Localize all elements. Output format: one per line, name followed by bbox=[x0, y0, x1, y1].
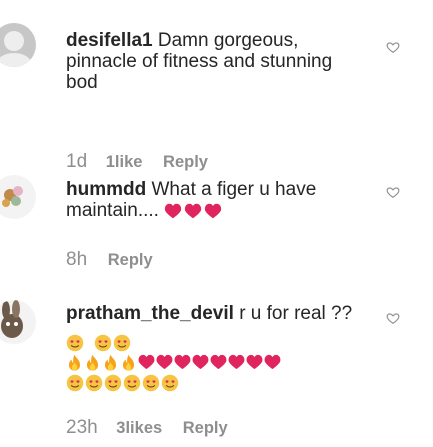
heart-eyes-face-emoji bbox=[85, 374, 103, 392]
heart-eyes-face-emoji bbox=[66, 334, 84, 352]
likes-count[interactable]: 1like bbox=[106, 153, 143, 172]
emoji-row-1 bbox=[66, 334, 131, 352]
red-heart-emoji bbox=[264, 354, 281, 370]
username[interactable]: hummdd bbox=[66, 179, 146, 200]
red-heart-emoji bbox=[174, 354, 191, 370]
heart-eyes-face-emoji bbox=[94, 334, 112, 352]
username[interactable]: pratham_the_devil bbox=[66, 303, 234, 324]
reply-button[interactable]: Reply bbox=[183, 419, 228, 438]
heart-emojis bbox=[164, 203, 222, 219]
bunny-avatar-icon[interactable] bbox=[0, 300, 36, 344]
red-heart-emoji bbox=[205, 203, 222, 219]
username[interactable]: desifella1 bbox=[66, 30, 153, 51]
flower-avatar-icon[interactable] bbox=[0, 175, 36, 219]
fire-emoji bbox=[68, 354, 81, 371]
heart-eyes-face-emoji bbox=[66, 374, 84, 392]
heart-eyes-face-emoji bbox=[113, 334, 131, 352]
emoji-row-2 bbox=[66, 354, 281, 372]
fire-emoji bbox=[86, 354, 99, 371]
fire-emoji bbox=[122, 354, 135, 371]
red-heart-emoji bbox=[210, 354, 227, 370]
heart-outline-icon[interactable] bbox=[386, 185, 400, 199]
red-heart-emoji bbox=[165, 203, 182, 219]
heart-outline-icon[interactable] bbox=[386, 40, 400, 54]
emoji-row-3 bbox=[66, 374, 179, 392]
red-heart-emoji bbox=[192, 354, 209, 370]
comment-body: hummdd What a figer u have maintain.... bbox=[66, 179, 366, 221]
default-avatar-icon[interactable] bbox=[0, 23, 36, 67]
comment-meta: 1d 1like Reply bbox=[66, 151, 208, 173]
heart-outline-icon[interactable] bbox=[386, 311, 400, 325]
timestamp: 1d bbox=[66, 151, 88, 172]
red-heart-emoji bbox=[228, 354, 245, 370]
red-heart-emoji bbox=[185, 203, 202, 219]
timestamp: 8h bbox=[66, 249, 88, 270]
red-heart-emoji bbox=[246, 354, 263, 370]
fire-emoji bbox=[104, 354, 117, 371]
comment-body: desifella1 Damn gorgeous, pinnacle of fi… bbox=[66, 30, 366, 93]
heart-eyes-face-emoji bbox=[123, 374, 141, 392]
likes-count[interactable]: 3likes bbox=[116, 419, 162, 438]
heart-eyes-face-emoji bbox=[161, 374, 179, 392]
heart-eyes-face-emoji bbox=[104, 374, 122, 392]
reply-button[interactable]: Reply bbox=[108, 251, 153, 270]
red-heart-emoji bbox=[138, 354, 155, 370]
reply-button[interactable]: Reply bbox=[163, 153, 208, 172]
comment-meta: 8h Reply bbox=[66, 249, 153, 271]
comment-text: r u for real ?? bbox=[239, 303, 353, 324]
comment-meta: 23h 3likes Reply bbox=[66, 417, 228, 439]
red-heart-emoji bbox=[156, 354, 173, 370]
timestamp: 23h bbox=[66, 417, 98, 438]
comment-body: pratham_the_devil r u for real ?? bbox=[66, 303, 366, 324]
heart-eyes-face-emoji bbox=[142, 374, 160, 392]
